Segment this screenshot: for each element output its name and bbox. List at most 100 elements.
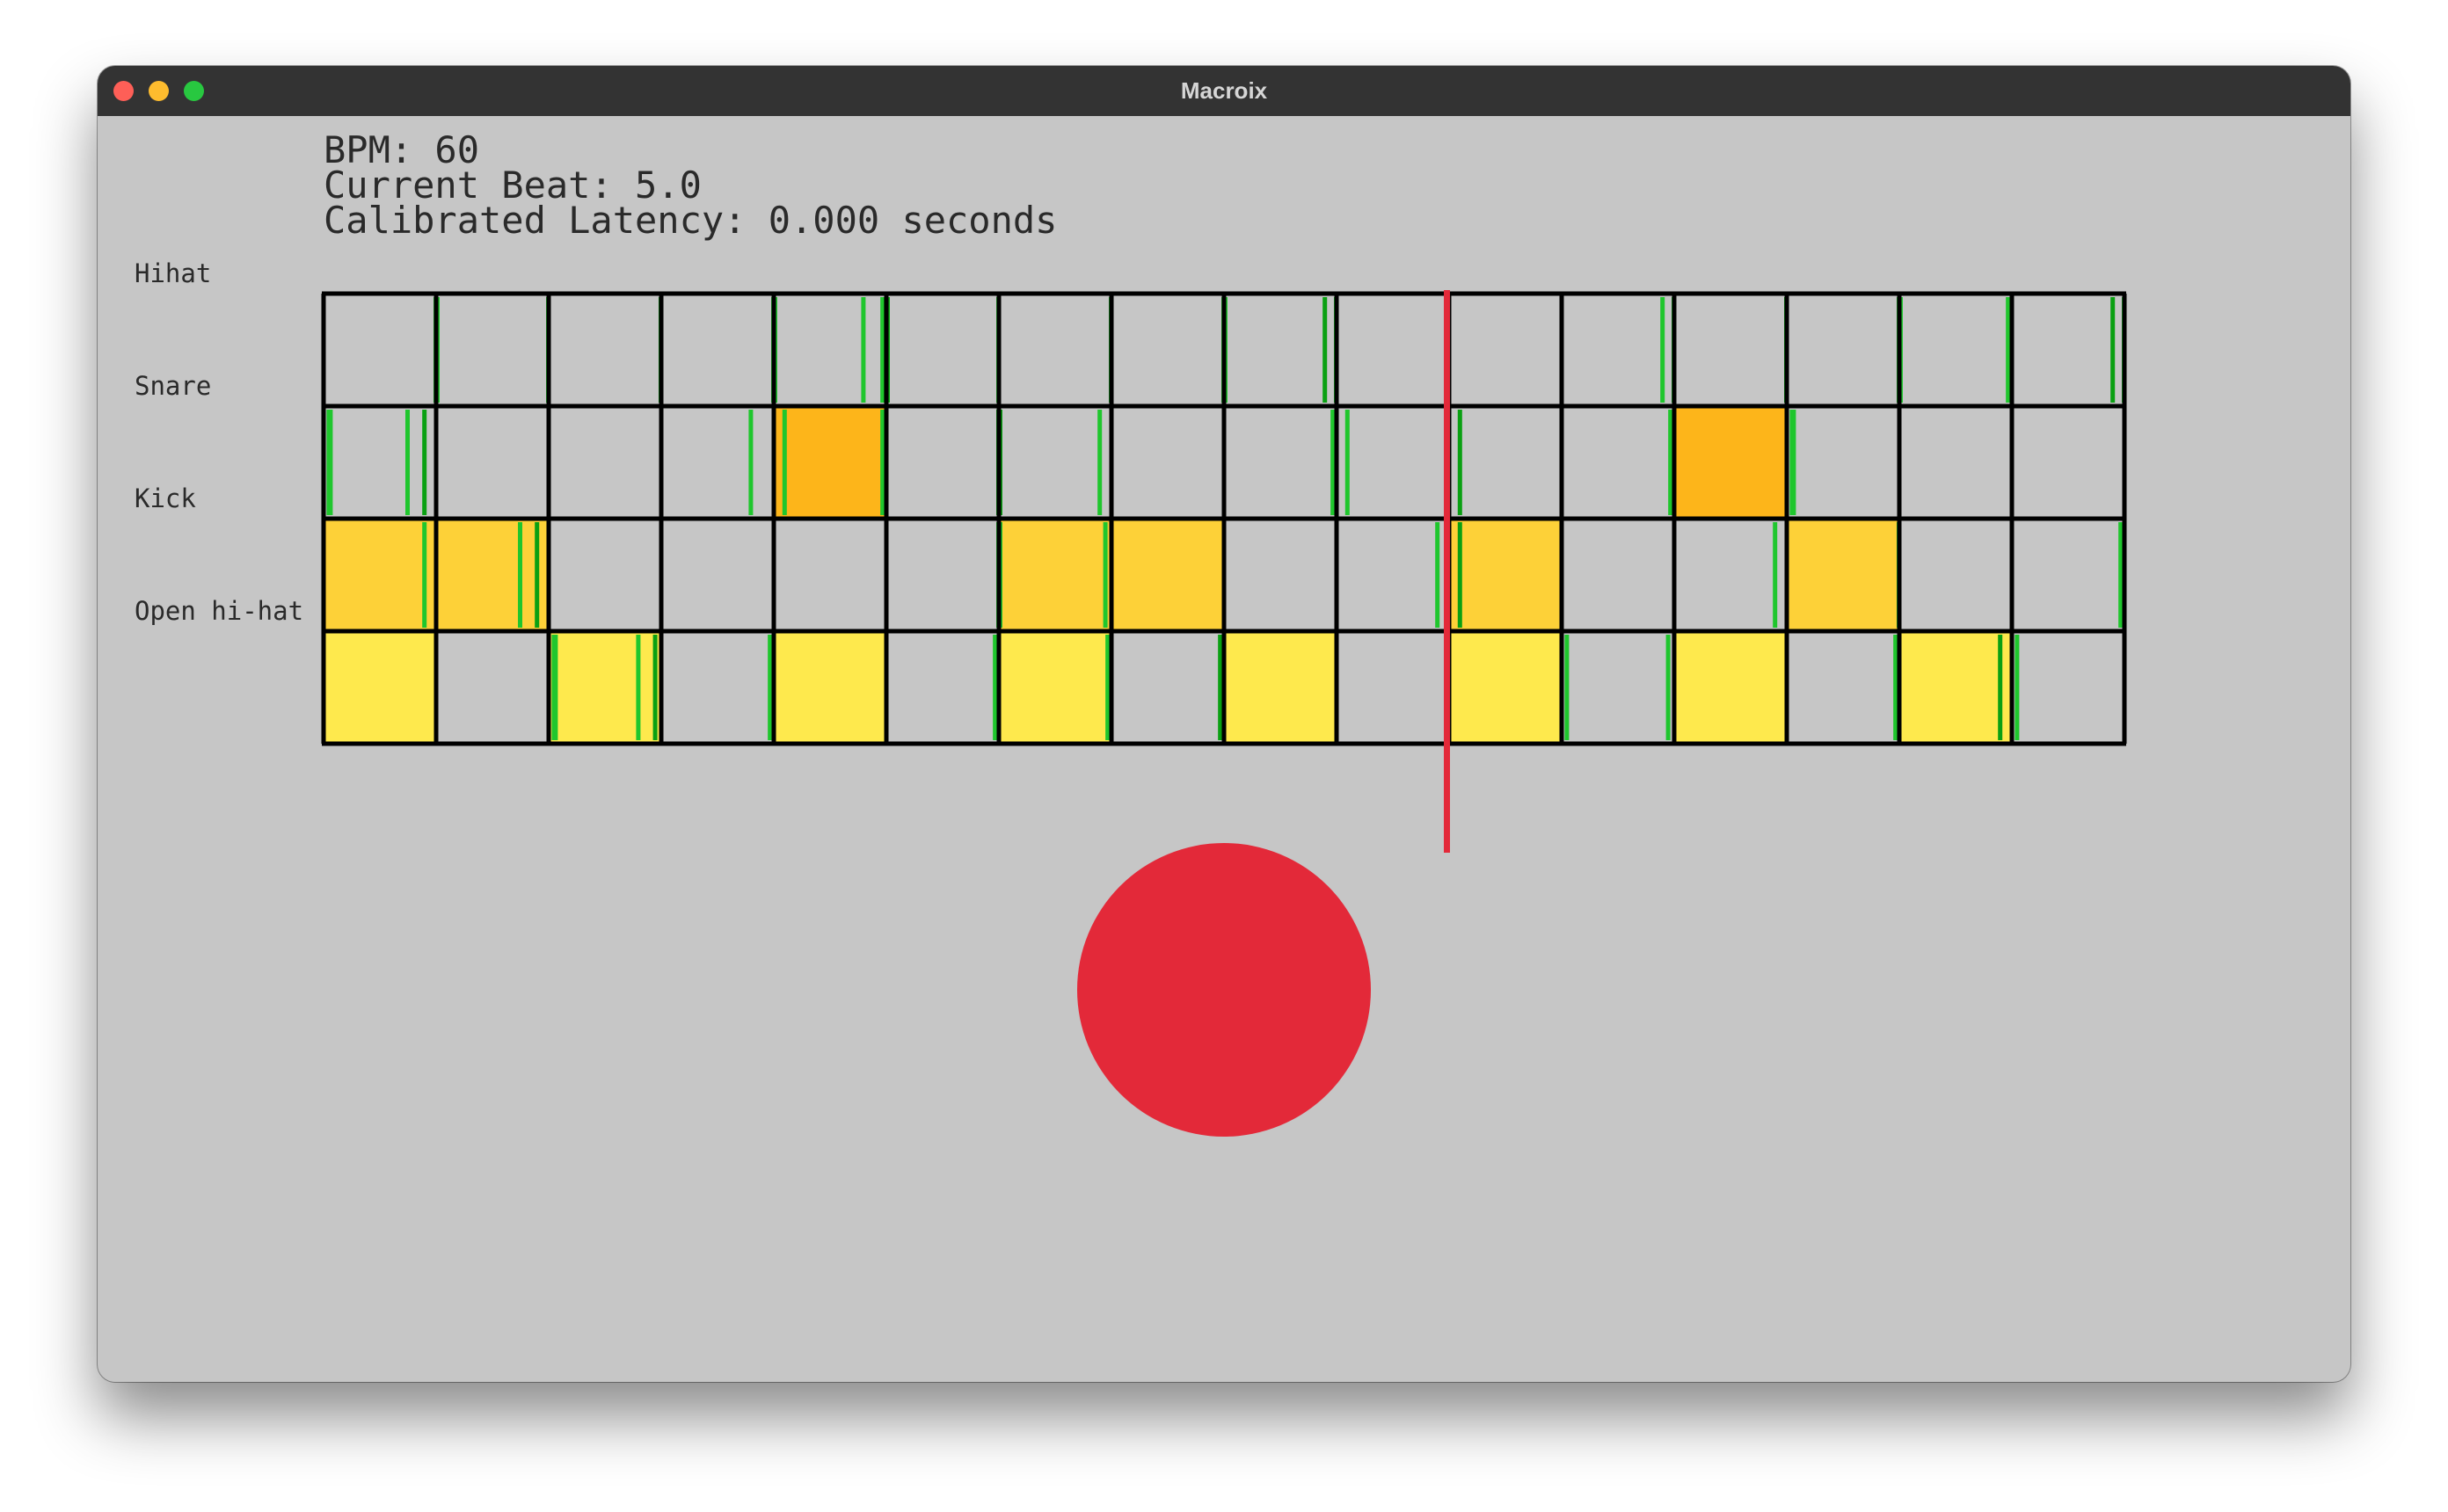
hit-marker xyxy=(1330,410,1336,515)
hit-marker xyxy=(748,410,754,515)
hit-marker xyxy=(1665,635,1671,740)
step-cell[interactable] xyxy=(436,406,549,519)
hit-marker xyxy=(1668,410,1673,515)
step-cell[interactable] xyxy=(1449,294,1562,406)
step-cell[interactable] xyxy=(324,631,436,744)
hit-marker xyxy=(405,410,410,515)
step-cell[interactable] xyxy=(886,406,999,519)
hit-marker xyxy=(652,635,658,740)
step-cell[interactable] xyxy=(661,631,774,744)
step-cell[interactable] xyxy=(1787,519,1899,631)
hit-marker xyxy=(326,410,333,515)
step-cell[interactable] xyxy=(2012,519,2124,631)
step-cell[interactable] xyxy=(1562,519,1674,631)
hit-marker xyxy=(1457,410,1462,515)
hit-marker xyxy=(1564,635,1570,740)
step-cell[interactable] xyxy=(1899,631,2012,744)
hit-marker xyxy=(422,522,427,628)
step-cell[interactable] xyxy=(2012,631,2124,744)
step-cell[interactable] xyxy=(1674,294,1787,406)
step-cell[interactable] xyxy=(1224,631,1337,744)
hit-marker xyxy=(518,522,522,628)
hit-marker xyxy=(1097,410,1103,515)
step-cell[interactable] xyxy=(549,519,661,631)
hit-marker xyxy=(782,410,787,515)
step-cell[interactable] xyxy=(1899,294,2012,406)
sequencer-grid xyxy=(321,290,2127,853)
step-cell[interactable] xyxy=(1337,631,1449,744)
step-cell[interactable] xyxy=(549,406,661,519)
step-cell[interactable] xyxy=(1224,294,1337,406)
hit-marker xyxy=(1789,410,1796,515)
step-cell[interactable] xyxy=(886,631,999,744)
step-cell[interactable] xyxy=(1674,631,1787,744)
window-title: Macroix xyxy=(1180,77,1268,104)
step-cell[interactable] xyxy=(886,519,999,631)
hit-marker xyxy=(861,297,866,403)
step-cell[interactable] xyxy=(1337,406,1449,519)
step-cell[interactable] xyxy=(1674,406,1787,519)
step-cell[interactable] xyxy=(1449,631,1562,744)
step-cell[interactable] xyxy=(661,519,774,631)
record-button[interactable] xyxy=(1077,843,1371,1137)
step-cell[interactable] xyxy=(1449,519,1562,631)
step-cell[interactable] xyxy=(1674,519,1787,631)
step-cell[interactable] xyxy=(661,294,774,406)
step-cell[interactable] xyxy=(1111,294,1224,406)
step-cell[interactable] xyxy=(436,631,549,744)
step-cell[interactable] xyxy=(436,294,549,406)
step-cell[interactable] xyxy=(2012,294,2124,406)
step-cell[interactable] xyxy=(999,519,1111,631)
step-cell[interactable] xyxy=(1562,406,1674,519)
step-cell[interactable] xyxy=(1337,519,1449,631)
step-cell[interactable] xyxy=(1787,406,1899,519)
step-cell[interactable] xyxy=(1337,294,1449,406)
step-cell[interactable] xyxy=(774,631,886,744)
hit-marker xyxy=(422,410,427,515)
step-cell[interactable] xyxy=(324,406,436,519)
title-bar[interactable]: Macroix xyxy=(98,66,2350,116)
step-cell[interactable] xyxy=(774,519,886,631)
hit-marker xyxy=(1344,410,1350,515)
step-cell[interactable] xyxy=(1449,406,1562,519)
step-cell[interactable] xyxy=(1562,631,1674,744)
step-cell[interactable] xyxy=(1111,631,1224,744)
app-canvas: BPM: 60 Current Beat: 5.0 Calibrated Lat… xyxy=(98,116,2350,1382)
hit-marker xyxy=(1773,522,1778,628)
hit-marker xyxy=(1998,635,2003,740)
hit-marker xyxy=(1103,522,1108,628)
step-cell[interactable] xyxy=(2012,406,2124,519)
step-cell[interactable] xyxy=(886,294,999,406)
step-cell[interactable] xyxy=(1224,406,1337,519)
hit-marker xyxy=(1660,297,1665,403)
step-cell[interactable] xyxy=(549,631,661,744)
step-cell[interactable] xyxy=(999,631,1111,744)
app-window: Macroix BPM: 60 Current Beat: 5.0 Calibr… xyxy=(98,66,2350,1382)
hit-marker xyxy=(535,522,540,628)
hit-marker xyxy=(2014,635,2020,740)
step-cell[interactable] xyxy=(324,294,436,406)
step-cell[interactable] xyxy=(774,294,886,406)
step-cell[interactable] xyxy=(1224,519,1337,631)
hit-marker xyxy=(1457,522,1462,628)
step-cell[interactable] xyxy=(1562,294,1674,406)
hit-marker xyxy=(1435,522,1440,628)
step-cell[interactable] xyxy=(1899,406,2012,519)
step-cell[interactable] xyxy=(1111,406,1224,519)
step-cell[interactable] xyxy=(1787,631,1899,744)
step-cell[interactable] xyxy=(1899,519,2012,631)
hit-marker xyxy=(1322,297,1328,403)
step-cell[interactable] xyxy=(549,294,661,406)
step-cell[interactable] xyxy=(1787,294,1899,406)
step-cell[interactable] xyxy=(324,519,436,631)
hit-marker xyxy=(993,635,998,740)
step-cell[interactable] xyxy=(1111,519,1224,631)
step-cell[interactable] xyxy=(999,406,1111,519)
step-cell[interactable] xyxy=(661,406,774,519)
step-cell[interactable] xyxy=(999,294,1111,406)
step-cell[interactable] xyxy=(774,406,886,519)
hit-marker xyxy=(551,635,558,740)
step-cell[interactable] xyxy=(436,519,549,631)
hit-marker xyxy=(880,410,885,515)
hit-marker xyxy=(2110,297,2116,403)
